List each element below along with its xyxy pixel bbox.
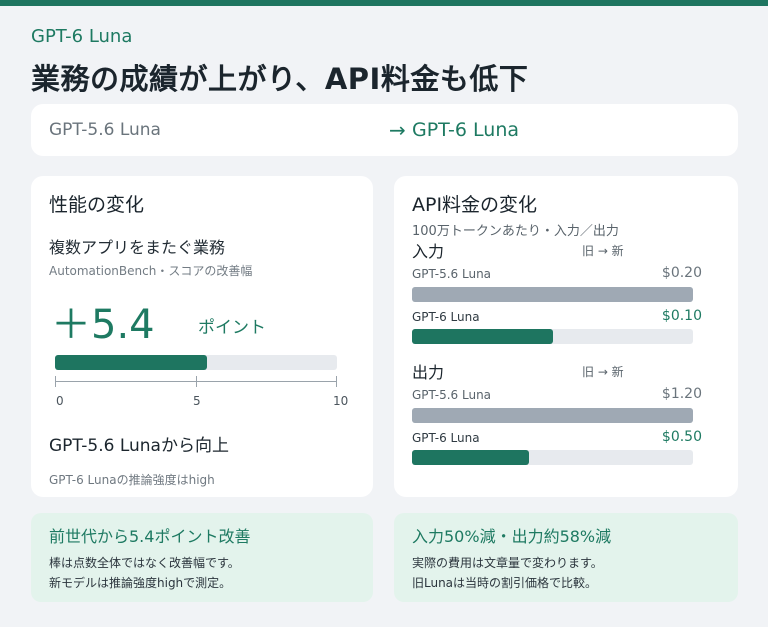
- improvement-claim: GPT-5.6 Lunaから向上: [49, 436, 229, 456]
- right-arrow-icon: →: [389, 118, 406, 142]
- input-legend: 旧 → 新: [582, 244, 624, 258]
- performance-footnote: GPT-6 Lunaの推論強度はhigh: [49, 473, 215, 487]
- improvement-value: ＋5.4: [51, 302, 155, 348]
- input-new-model-label: GPT-6 Luna: [412, 310, 480, 324]
- top-accent-bar: [0, 0, 768, 6]
- price-callout-line: 実際の費用は文章量で変わります。: [412, 556, 603, 570]
- scale-tick-label: 0: [56, 394, 64, 408]
- output-old-price: $1.20: [661, 386, 702, 402]
- improvement-bar-track: [55, 355, 337, 370]
- improvement-callout-line: 棒は点数全体ではなく改善幅です。: [49, 556, 240, 570]
- model-comparison-banner: GPT-5.6 Luna → GPT-6 Luna: [31, 104, 738, 156]
- eyebrow-label: GPT-6 Luna: [31, 26, 133, 47]
- scale-tick: [336, 376, 337, 387]
- input-old-price: $0.20: [661, 265, 702, 281]
- improvement-bar-fill: [55, 355, 208, 370]
- input-new-price-bar: [412, 329, 553, 344]
- output-old-price-track: [412, 408, 693, 423]
- output-new-price-track: [412, 450, 693, 465]
- output-new-price: $0.50: [661, 429, 702, 445]
- old-model-label: GPT-5.6 Luna: [49, 120, 161, 140]
- price-callout-line: 旧Lunaは当時の割引価格で比較。: [412, 576, 598, 590]
- output-old-price-bar: [412, 408, 693, 423]
- input-old-price-bar: [412, 287, 693, 302]
- output-old-model-label: GPT-5.6 Luna: [412, 388, 492, 402]
- input-new-price-track: [412, 329, 693, 344]
- improvement-callout-line: 新モデルは推論強度highで測定。: [49, 576, 232, 590]
- price-callout-title: 入力50%減・出力約58%減: [412, 527, 612, 546]
- scale-tick: [55, 376, 56, 387]
- scale-tick-label: 5: [193, 394, 201, 408]
- pricing-card: API料金の変化 100万トークンあたり・入力／出力 入力 旧 → 新 GPT-…: [394, 176, 738, 497]
- new-model-label: GPT-6 Luna: [412, 119, 520, 141]
- improvement-unit: ポイント: [198, 318, 266, 338]
- output-new-price-bar: [412, 450, 530, 465]
- task-name: 複数アプリをまたぐ業務: [49, 238, 226, 257]
- output-section-label: 出力: [412, 363, 445, 382]
- metric-note: AutomationBench・スコアの改善幅: [49, 264, 253, 278]
- output-legend: 旧 → 新: [582, 365, 624, 379]
- input-old-model-label: GPT-5.6 Luna: [412, 267, 492, 281]
- scale-tick-label: 10: [333, 394, 349, 408]
- output-new-model-label: GPT-6 Luna: [412, 431, 480, 445]
- input-section-label: 入力: [412, 242, 445, 261]
- input-old-price-track: [412, 287, 693, 302]
- pricing-title: API料金の変化: [412, 194, 538, 216]
- scale-tick: [196, 376, 197, 387]
- improvement-callout: 前世代から5.4ポイント改善 棒は点数全体ではなく改善幅です。 新モデルは推論強…: [31, 513, 373, 602]
- input-new-price: $0.10: [661, 308, 702, 324]
- performance-title: 性能の変化: [49, 194, 145, 216]
- pricing-subtitle: 100万トークンあたり・入力／出力: [412, 224, 619, 239]
- improvement-callout-title: 前世代から5.4ポイント改善: [49, 527, 251, 546]
- price-callout: 入力50%減・出力約58%減 実際の費用は文章量で変わります。 旧Lunaは当時…: [394, 513, 738, 602]
- performance-card: 性能の変化 複数アプリをまたぐ業務 AutomationBench・スコアの改善…: [31, 176, 373, 497]
- page-title: 業務の成績が上がり、API料金も低下: [31, 62, 529, 96]
